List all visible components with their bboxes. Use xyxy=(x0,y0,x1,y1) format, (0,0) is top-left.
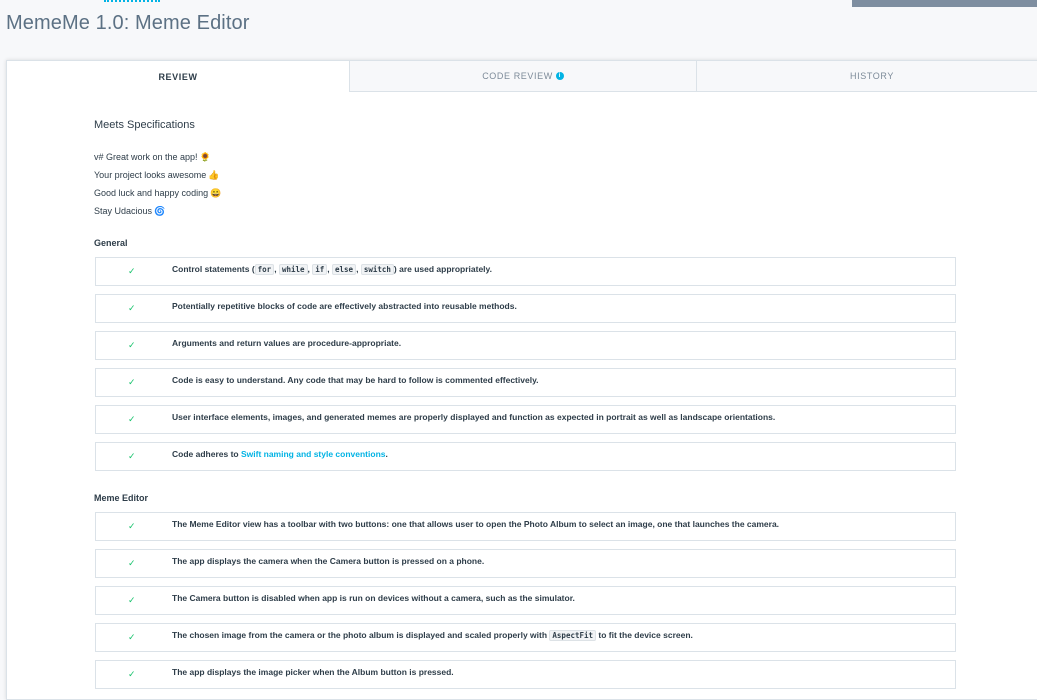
check-icon: ✓ xyxy=(128,521,136,531)
section-title-meme-editor: Meme Editor xyxy=(94,493,149,503)
criterion-text: The Camera button is disabled when app i… xyxy=(172,593,575,603)
rubric-item: ✓ The app displays the image picker when… xyxy=(95,660,956,689)
section-title-general: General xyxy=(94,238,128,248)
criterion-text: Arguments and return values are procedur… xyxy=(172,338,402,348)
tab-code-review[interactable]: CODE REVIEW i xyxy=(349,61,696,92)
tab-review[interactable]: REVIEW xyxy=(7,61,349,92)
swift-style-link[interactable]: Swift naming and style conventions xyxy=(241,449,386,459)
criterion-text: Control statements (for, while, if, else… xyxy=(172,264,493,275)
criterion-text: Code adheres to Swift naming and style c… xyxy=(172,449,388,459)
page-title: MemeMe 1.0: Meme Editor xyxy=(6,12,250,34)
thumbs-up-icon: 👍 xyxy=(208,170,220,180)
check-icon: ✓ xyxy=(128,595,136,605)
rubric-item: ✓ Code adheres to Swift naming and style… xyxy=(95,442,956,471)
criterion-text: The chosen image from the camera or the … xyxy=(172,630,693,641)
rubric-item: ✓ The Camera button is disabled when app… xyxy=(95,586,956,615)
note-line: Stay Udacious 🌀 xyxy=(94,206,166,216)
review-status: Meets Specifications xyxy=(94,119,195,131)
swirl-icon: 🌀 xyxy=(154,206,166,216)
top-action-button[interactable] xyxy=(852,0,1037,7)
tab-bar: REVIEW CODE REVIEW i HISTORY xyxy=(7,61,1037,92)
note-line: Good luck and happy coding 😀 xyxy=(94,188,222,198)
criterion-text: The app displays the image picker when t… xyxy=(172,667,454,677)
info-icon: i xyxy=(555,72,564,80)
check-icon: ✓ xyxy=(128,266,136,276)
check-icon: ✓ xyxy=(128,632,136,642)
rubric-item: ✓ The Meme Editor view has a toolbar wit… xyxy=(95,512,956,541)
check-icon: ✓ xyxy=(128,669,136,679)
rubric-item: ✓ User interface elements, images, and g… xyxy=(95,405,956,434)
rubric-item: ✓ The app displays the camera when the C… xyxy=(95,549,956,578)
reviewer-notes: v# Great work on the app! 🌻 Your project … xyxy=(94,152,221,224)
rubric-item: ✓ The chosen image from the camera or th… xyxy=(95,623,956,652)
top-breadcrumb-link[interactable] xyxy=(104,0,160,2)
check-icon: ✓ xyxy=(128,303,136,313)
check-icon: ✓ xyxy=(128,451,136,461)
criterion-text: The Meme Editor view has a toolbar with … xyxy=(172,519,780,529)
criterion-text: Potentially repetitive blocks of code ar… xyxy=(172,301,517,311)
smile-icon: 😀 xyxy=(210,188,222,198)
review-card: REVIEW CODE REVIEW i HISTORY Meets Speci… xyxy=(6,60,1037,700)
check-icon: ✓ xyxy=(128,558,136,568)
rubric-item: ✓ Arguments and return values are proced… xyxy=(95,331,956,360)
check-icon: ✓ xyxy=(128,340,136,350)
rubric-item: ✓ Control statements (for, while, if, el… xyxy=(95,257,956,286)
check-icon: ✓ xyxy=(128,377,136,387)
note-line: v# Great work on the app! 🌻 xyxy=(94,152,211,162)
check-icon: ✓ xyxy=(128,414,136,424)
criterion-text: Code is easy to understand. Any code tha… xyxy=(172,375,539,385)
tab-history[interactable]: HISTORY xyxy=(696,61,1037,92)
rubric-item: ✓ Potentially repetitive blocks of code … xyxy=(95,294,956,323)
criterion-text: User interface elements, images, and gen… xyxy=(172,412,776,422)
rubric-item: ✓ Code is easy to understand. Any code t… xyxy=(95,368,956,397)
criterion-text: The app displays the camera when the Cam… xyxy=(172,556,485,566)
note-line: Your project looks awesome 👍 xyxy=(94,170,220,180)
sunflower-icon: 🌻 xyxy=(199,152,211,162)
